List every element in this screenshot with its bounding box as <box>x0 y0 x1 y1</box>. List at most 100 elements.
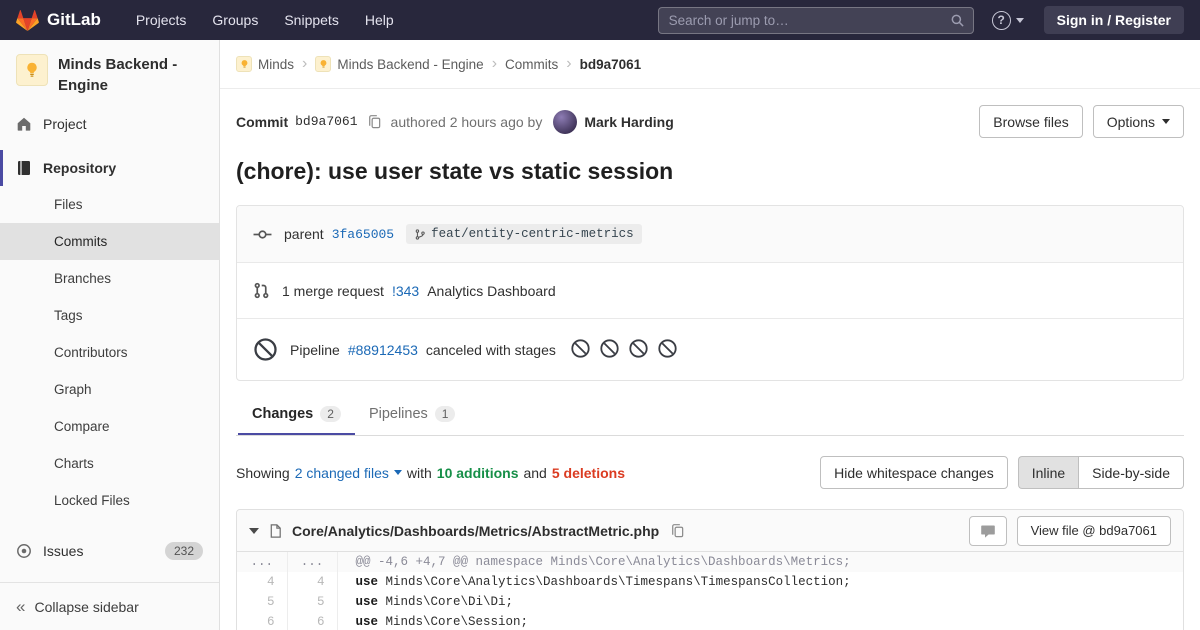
breadcrumb-minds[interactable]: Minds <box>236 56 294 72</box>
and-label: and <box>523 464 547 481</box>
pipeline-row: Pipeline #88912453 canceled with stages <box>237 318 1183 380</box>
options-button[interactable]: Options <box>1092 105 1184 138</box>
commit-sha: bd9a7061 <box>295 114 358 129</box>
mr-title: Analytics Dashboard <box>427 282 556 299</box>
pipeline-link[interactable]: #88912453 <box>348 342 418 358</box>
breadcrumb-separator: › <box>491 55 498 72</box>
project-sidebar: Minds Backend - Engine Project Repositor… <box>0 40 220 630</box>
changed-files-dropdown[interactable]: 2 changed files <box>295 465 402 481</box>
browse-files-button[interactable]: Browse files <box>979 105 1083 138</box>
nav-projects[interactable]: Projects <box>123 0 200 40</box>
commit-tabs: Changes 2 Pipelines 1 <box>236 395 1184 436</box>
authored-text: authored 2 hours ago by <box>390 113 543 130</box>
file-path[interactable]: Core/Analytics/Dashboards/Metrics/Abstra… <box>292 523 659 539</box>
sidebar-item-tags[interactable]: Tags <box>0 297 219 334</box>
tab-changes[interactable]: Changes 2 <box>238 395 355 435</box>
chevron-down-icon <box>1015 17 1024 23</box>
global-search <box>657 6 974 34</box>
stage-canceled-icon[interactable] <box>599 338 620 362</box>
breadcrumb-project[interactable]: Minds Backend - Engine <box>315 56 484 72</box>
old-line-number[interactable]: 4 <box>237 572 288 592</box>
sidebar-item-files[interactable]: Files <box>0 186 219 223</box>
comment-icon <box>980 523 996 539</box>
search-input[interactable] <box>668 12 943 28</box>
old-line-number[interactable]: 5 <box>237 592 288 612</box>
search-icon[interactable] <box>950 13 965 31</box>
breadcrumb-commits[interactable]: Commits <box>505 57 558 72</box>
inline-view-button[interactable]: Inline <box>1017 456 1079 489</box>
merge-request-row: 1 merge request !343 Analytics Dashboard <box>237 262 1183 318</box>
author-name[interactable]: Mark Harding <box>584 114 673 130</box>
chevron-down-icon <box>1162 119 1170 124</box>
mr-count-text: 1 merge request <box>282 282 384 299</box>
file-diff-header: Core/Analytics/Dashboards/Metrics/Abstra… <box>237 510 1183 552</box>
file-diff-section: Core/Analytics/Dashboards/Metrics/Abstra… <box>236 509 1184 630</box>
sidebar-item-repository[interactable]: Repository <box>0 150 219 186</box>
parent-sha-link[interactable]: 3fa65005 <box>332 227 394 242</box>
file-icon <box>268 523 283 539</box>
branch-ref-chip[interactable]: feat/entity-centric-metrics <box>406 224 642 244</box>
sign-in-button[interactable]: Sign in / Register <box>1043 6 1184 34</box>
commit-icon <box>253 225 272 244</box>
diff-line-row: 5 5 use Minds\Core\Di\Di; <box>237 592 1183 612</box>
collapse-icon: « <box>16 597 26 616</box>
copy-file-path-button[interactable] <box>668 521 687 540</box>
side-by-side-view-button[interactable]: Side-by-side <box>1078 456 1184 489</box>
parent-row: parent 3fa65005 feat/entity-centric-metr… <box>237 206 1183 262</box>
sidebar-item-charts[interactable]: Charts <box>0 445 219 482</box>
additions-count: 10 additions <box>436 464 519 481</box>
new-line-number[interactable]: 5 <box>287 592 338 612</box>
top-navbar: GitLab Projects Groups Snippets Help ? S… <box>0 0 1200 40</box>
sidebar-item-commits[interactable]: Commits <box>0 223 219 260</box>
new-line-number[interactable]: 4 <box>287 572 338 592</box>
sidebar-project-header[interactable]: Minds Backend - Engine <box>0 40 219 106</box>
view-file-button[interactable]: View file @ bd9a7061 <box>1016 515 1171 546</box>
breadcrumb-separator: › <box>302 55 308 72</box>
group-avatar <box>236 56 252 72</box>
with-label: with <box>406 464 432 481</box>
nav-groups[interactable]: Groups <box>199 0 271 40</box>
toggle-comments-button[interactable] <box>968 515 1007 546</box>
tab-pipelines[interactable]: Pipelines 1 <box>355 395 470 435</box>
project-title: Minds Backend - Engine <box>58 56 178 94</box>
help-icon: ? <box>991 10 1011 30</box>
stage-canceled-icon[interactable] <box>657 338 678 362</box>
old-line-number: ... <box>237 552 288 572</box>
main-content: Minds › Minds Backend - Engine › Commits… <box>220 40 1200 630</box>
collapse-sidebar-button[interactable]: « Collapse sidebar <box>0 582 219 630</box>
home-icon <box>16 116 32 132</box>
stage-canceled-icon[interactable] <box>570 338 591 362</box>
mr-link[interactable]: !343 <box>392 283 419 299</box>
pipeline-stages <box>570 338 678 362</box>
diff-hunk-row: ... ... @@ -4,6 +4,7 @@ namespace Minds\… <box>237 552 1183 572</box>
stage-canceled-icon[interactable] <box>628 338 649 362</box>
breadcrumb-separator: › <box>566 55 572 72</box>
gitlab-logo[interactable]: GitLab <box>16 9 101 32</box>
nav-help[interactable]: Help <box>352 0 407 40</box>
sidebar-item-graph[interactable]: Graph <box>0 371 219 408</box>
sidebar-item-branches[interactable]: Branches <box>0 260 219 297</box>
pipeline-canceled-icon <box>253 337 278 362</box>
repository-subnav: Files Commits Branches Tags Contributors… <box>0 186 219 519</box>
hide-whitespace-button[interactable]: Hide whitespace changes <box>820 456 1008 489</box>
sidebar-item-contributors[interactable]: Contributors <box>0 334 219 371</box>
nav-snippets[interactable]: Snippets <box>271 0 351 40</box>
author-avatar[interactable] <box>553 109 578 134</box>
breadcrumb: Minds › Minds Backend - Engine › Commits… <box>220 40 1200 89</box>
pipelines-count-badge: 1 <box>434 406 456 422</box>
diff-line-row: 4 4 use Minds\Core\Analytics\Dashboards\… <box>237 572 1183 592</box>
collapse-diff-caret-icon[interactable] <box>249 527 259 534</box>
new-line-number[interactable]: 6 <box>287 612 338 630</box>
deletions-count: 5 deletions <box>551 464 625 481</box>
old-line-number[interactable]: 6 <box>237 612 288 630</box>
sidebar-item-issues[interactable]: Issues 232 <box>0 531 219 571</box>
pipeline-status: canceled with stages <box>425 341 556 358</box>
code-line: use Minds\Core\Di\Di; <box>355 595 514 609</box>
help-menu[interactable]: ? <box>991 10 1024 30</box>
sidebar-item-locked-files[interactable]: Locked Files <box>0 482 219 519</box>
sidebar-item-project[interactable]: Project <box>0 106 219 142</box>
sidebar-item-compare[interactable]: Compare <box>0 408 219 445</box>
merge-request-icon <box>253 282 270 299</box>
copy-sha-button[interactable] <box>365 112 384 131</box>
commit-meta-row: Commit bd9a7061 authored 2 hours ago by … <box>236 105 1184 138</box>
